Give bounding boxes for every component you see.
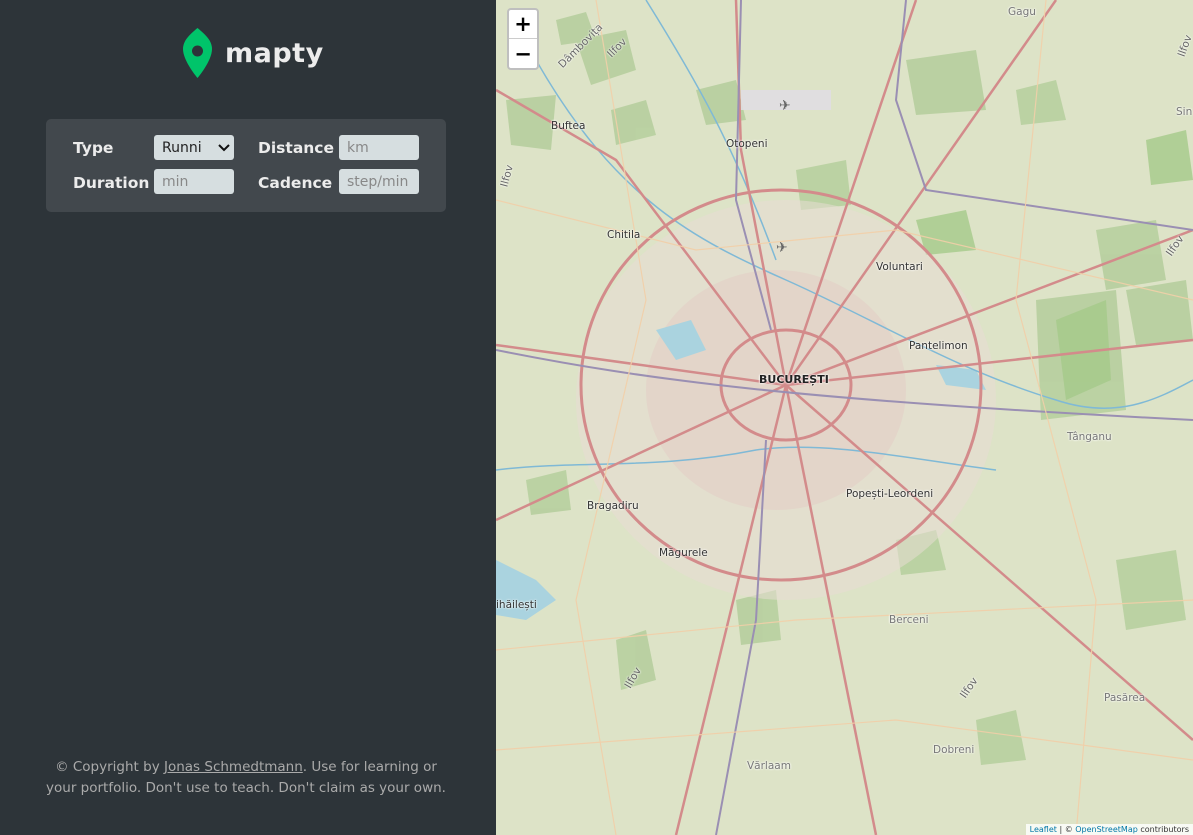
svg-text:✈: ✈: [776, 240, 788, 256]
place-label: Măgurele: [659, 547, 708, 559]
place-label: Buftea: [551, 120, 586, 132]
place-label: Dobreni: [933, 744, 975, 756]
footer-prefix: © Copyright by: [55, 759, 164, 775]
place-label: Sin: [1176, 106, 1193, 118]
author-link[interactable]: Jonas Schmedtmann: [164, 759, 303, 775]
app-name: mapty: [225, 37, 324, 69]
zoom-control: + −: [507, 8, 539, 70]
osm-link[interactable]: OpenStreetMap: [1075, 825, 1138, 834]
zoom-out-button[interactable]: −: [509, 39, 537, 68]
place-label: Tânganu: [1067, 431, 1112, 443]
map-attribution: Leaflet | © OpenStreetMap contributors: [1025, 824, 1193, 835]
duration-label: Duration: [73, 174, 150, 192]
place-label: ihăilești: [496, 599, 537, 611]
attribution-suffix: contributors: [1137, 825, 1189, 834]
distance-input[interactable]: km: [339, 135, 419, 160]
type-select[interactable]: Runni: [154, 135, 234, 160]
map[interactable]: ✈ ✈ + − Gagu Dâmbovița Ilfov Buftea Otop…: [496, 0, 1193, 835]
map-pin-icon: [183, 28, 212, 78]
place-label: Gagu: [1008, 6, 1036, 18]
type-select-value: Runni: [162, 139, 202, 156]
cadence-placeholder: step/min: [347, 173, 409, 190]
place-label: Pasărea: [1104, 692, 1146, 704]
distance-label: Distance: [258, 139, 335, 157]
chevron-down-icon: [218, 143, 230, 151]
place-label: Pantelimon: [909, 340, 968, 352]
svg-text:✈: ✈: [779, 98, 791, 114]
cadence-input[interactable]: step/min: [339, 169, 419, 194]
attribution-separator: | ©: [1056, 825, 1076, 834]
leaflet-link[interactable]: Leaflet: [1030, 825, 1057, 834]
place-label: Voluntari: [876, 261, 923, 273]
copyright-footer: © Copyright by Jonas Schmedtmann. Use fo…: [40, 757, 452, 799]
workout-form: Type Runni Distance km Duration min Cade…: [46, 119, 446, 212]
place-label: Popești-Leordeni: [846, 488, 934, 500]
sidebar: mapty Type Runni Distance km Duration mi…: [0, 0, 496, 835]
duration-placeholder: min: [162, 173, 189, 190]
cadence-label: Cadence: [258, 174, 333, 192]
zoom-in-button[interactable]: +: [509, 10, 537, 39]
place-label: Otopeni: [726, 138, 768, 150]
place-label: Chitila: [607, 229, 641, 241]
place-label: Berceni: [889, 614, 929, 626]
place-label: Bragadiru: [587, 500, 639, 512]
duration-input[interactable]: min: [154, 169, 234, 194]
distance-placeholder: km: [347, 139, 369, 156]
map-tiles: ✈ ✈: [496, 0, 1193, 835]
place-label: Vărlaam: [747, 760, 791, 772]
type-label: Type: [73, 139, 114, 157]
logo: mapty: [182, 27, 324, 79]
place-label-capital: BUCUREȘTI: [759, 373, 829, 386]
